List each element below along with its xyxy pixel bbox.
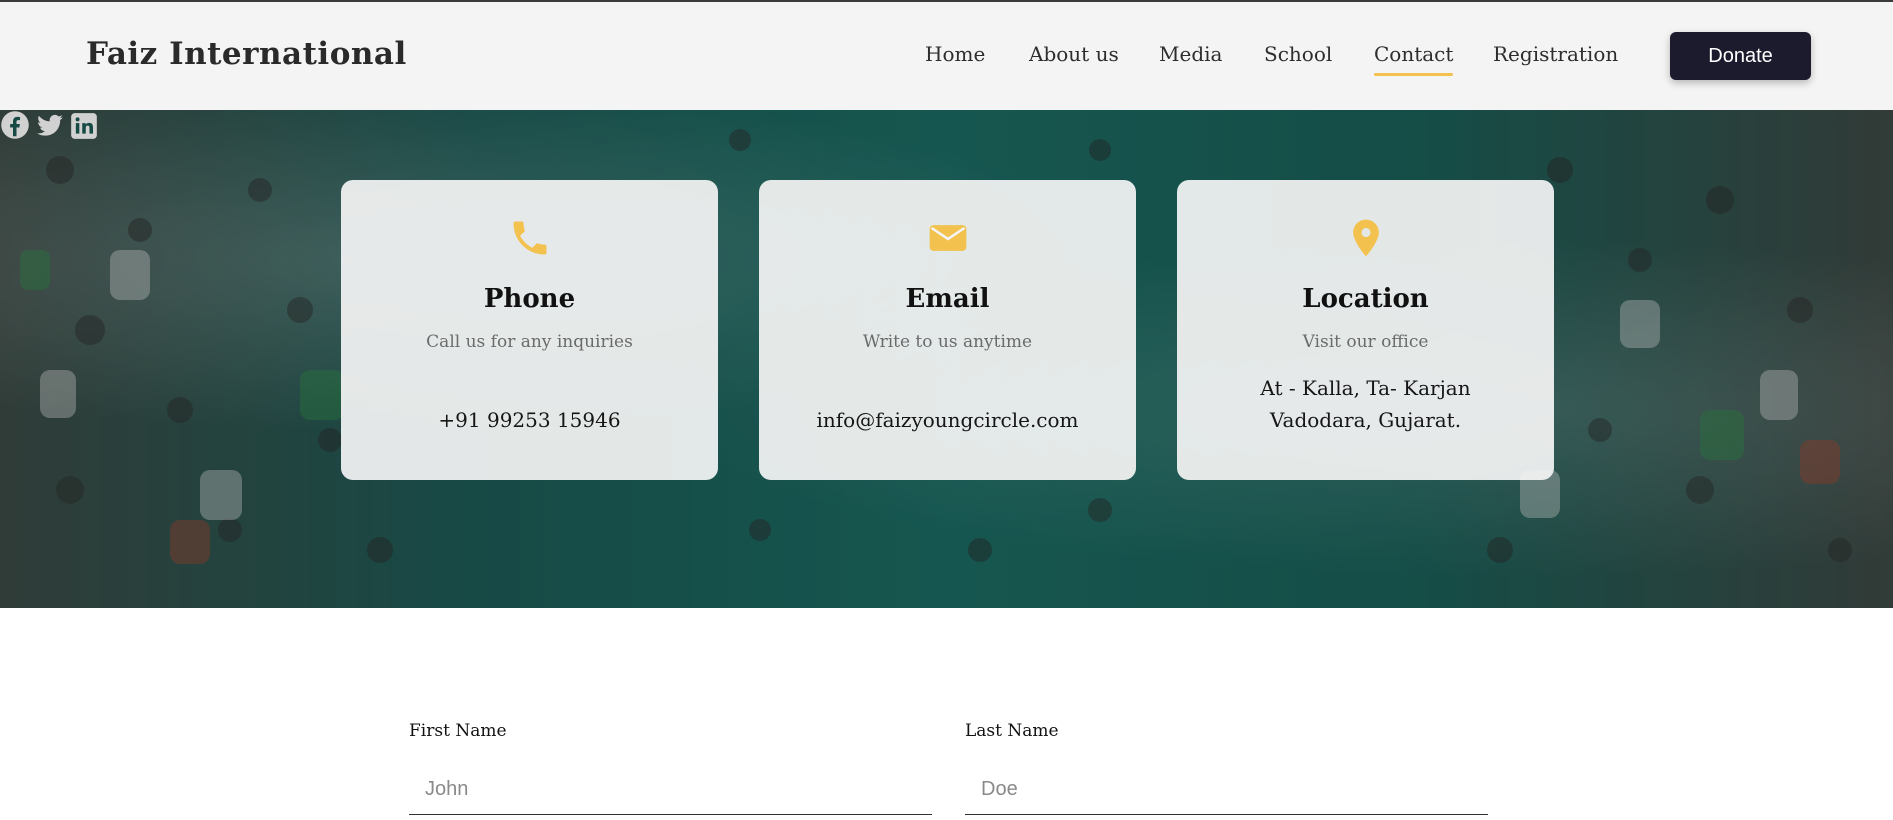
nav-contact[interactable]: Contact: [1374, 42, 1454, 76]
card-subtitle: Visit our office: [1302, 332, 1429, 352]
phone-number[interactable]: +91 99253 15946: [341, 404, 718, 436]
nav-media[interactable]: Media: [1159, 42, 1222, 66]
card-title: Phone: [483, 284, 576, 314]
envelope-icon: [759, 216, 1136, 260]
location-card: Location Visit our office At - Kalla, Ta…: [1177, 180, 1554, 480]
address-line-1: At - Kalla, Ta- Karjan: [1260, 376, 1471, 400]
first-name-field[interactable]: [409, 765, 932, 815]
phone-card: Phone Call us for any inquiries +91 9925…: [341, 180, 718, 480]
nav-school[interactable]: School: [1264, 42, 1332, 66]
card-title: Email: [905, 284, 990, 314]
address-line-2: Vadodara, Gujarat.: [1269, 408, 1462, 432]
contact-hero: Phone Call us for any inquiries +91 9925…: [0, 110, 1893, 608]
brand-logo-text[interactable]: Faiz International: [86, 36, 407, 72]
phone-icon: [341, 216, 718, 260]
last-name-field[interactable]: [965, 765, 1488, 815]
email-address[interactable]: info@faizyoungcircle.com: [759, 404, 1136, 436]
nav-home[interactable]: Home: [925, 42, 985, 66]
nav-registration[interactable]: Registration: [1493, 42, 1618, 66]
card-subtitle: Call us for any inquiries: [426, 332, 633, 352]
nav-about[interactable]: About us: [1029, 42, 1119, 66]
donate-button[interactable]: Donate: [1670, 32, 1811, 80]
first-name-label: First Name: [409, 721, 507, 741]
card-title: Location: [1302, 284, 1429, 314]
last-name-label: Last Name: [965, 721, 1059, 741]
location-pin-icon: [1177, 216, 1554, 260]
card-subtitle: Write to us anytime: [862, 332, 1033, 352]
email-card: Email Write to us anytime info@faizyoung…: [759, 180, 1136, 480]
site-header: Faiz International Home About us Media S…: [0, 2, 1893, 110]
